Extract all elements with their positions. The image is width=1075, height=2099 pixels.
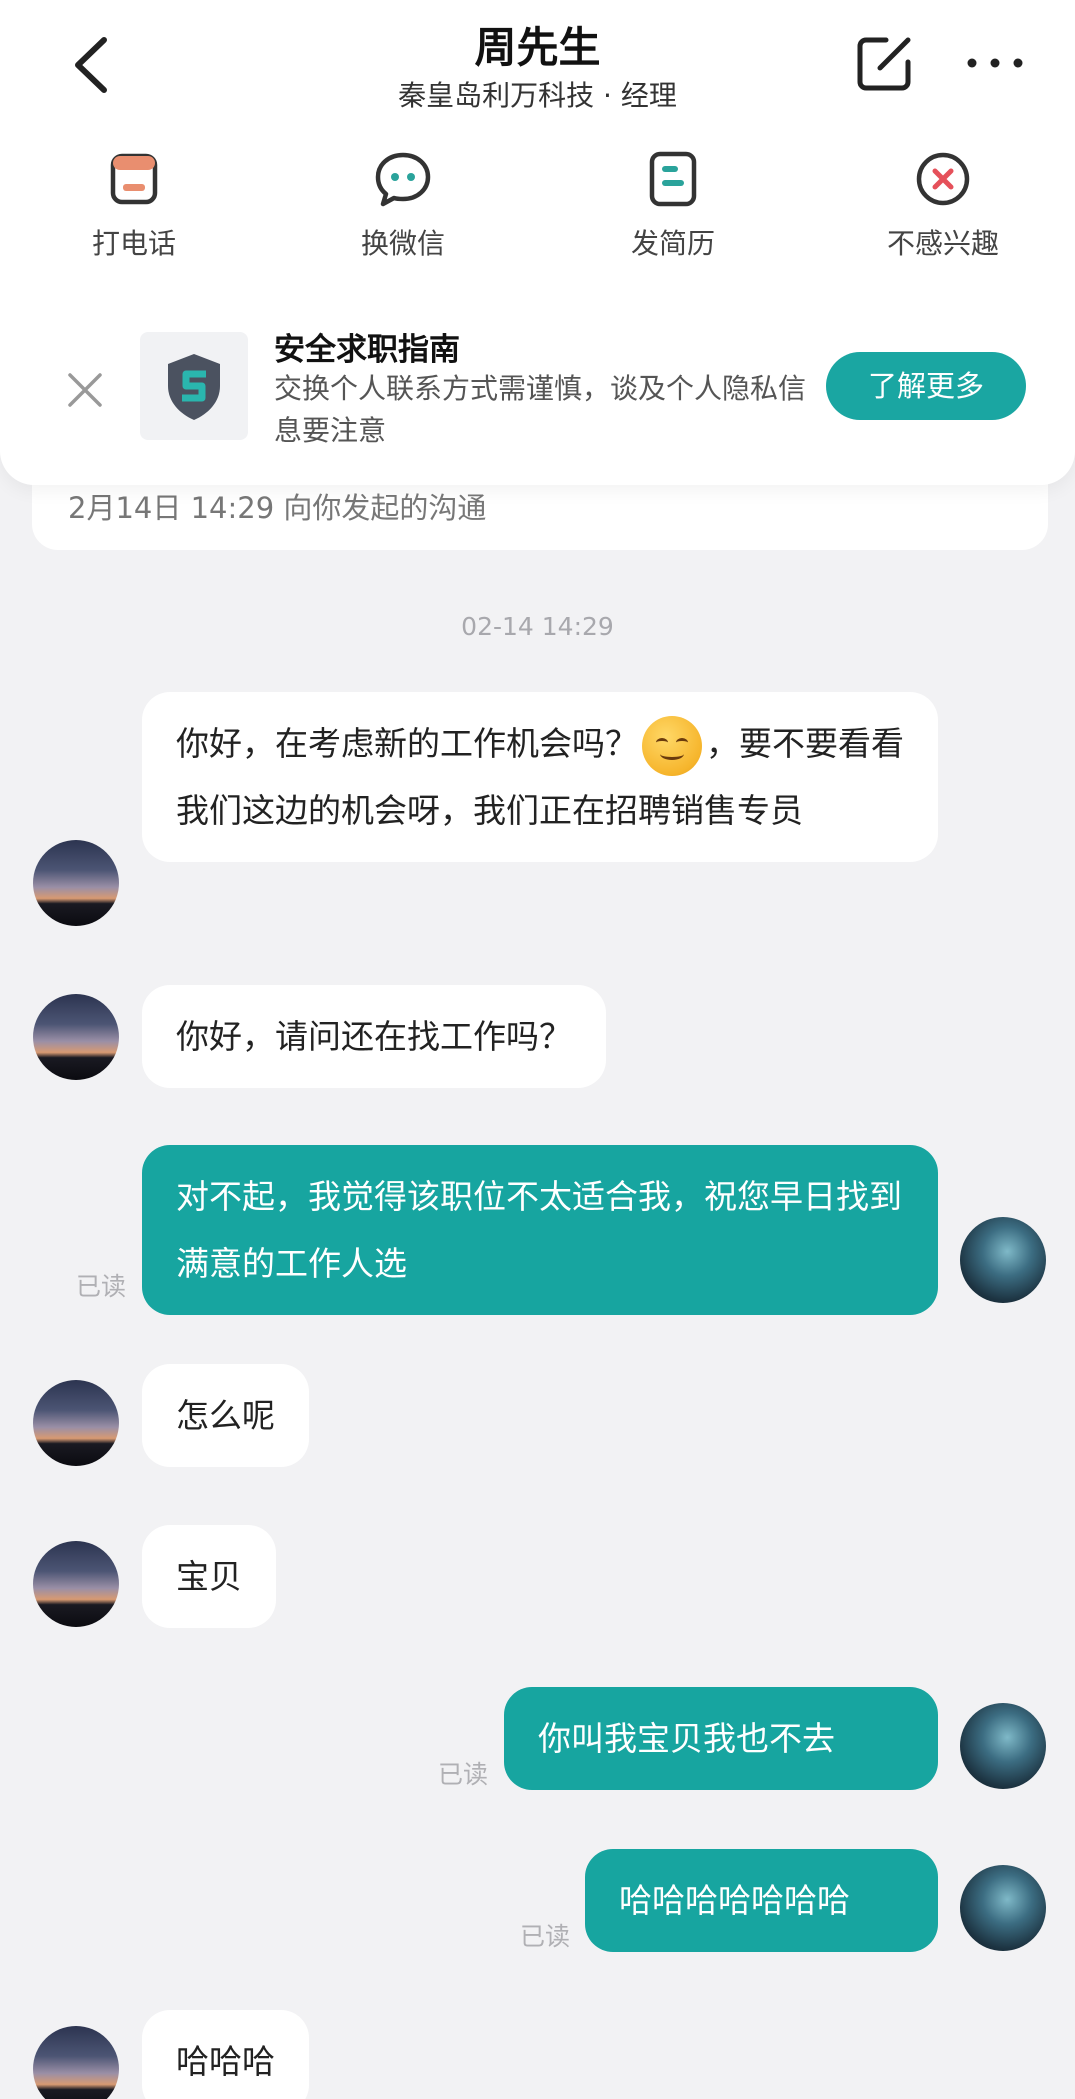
message-text: 哈哈哈 xyxy=(176,2042,275,2081)
recruiter-avatar[interactable] xyxy=(33,2026,119,2099)
message-text: 对不起，我觉得该职位不太适合我，祝您早日找到满意的工作人选 xyxy=(176,1177,902,1283)
read-status: 已读 xyxy=(76,1272,127,1301)
resume-icon xyxy=(649,151,697,207)
message-bubble[interactable]: 你好，在考虑新的工作机会吗？ ，要不要看看我们这边的机会呀，我们正在招聘销售专员 xyxy=(142,692,938,862)
edit-icon[interactable] xyxy=(852,30,918,96)
message-text: 怎么呢 xyxy=(176,1396,275,1435)
message-bubble[interactable]: 哈哈哈哈哈哈哈 xyxy=(585,1849,938,1952)
chat-header: 周先生 秦皇岛利万科技 · 经理 打电话 换微信 发简历 不感兴趣 安全求职指南… xyxy=(0,0,1075,485)
message-bubble[interactable]: 宝贝 xyxy=(142,1525,276,1628)
message-bubble[interactable]: 对不起，我觉得该职位不太适合我，祝您早日找到满意的工作人选 xyxy=(142,1145,938,1315)
smile-emoji-icon xyxy=(642,715,702,776)
recruiter-avatar[interactable] xyxy=(33,1380,119,1466)
not-interested-icon xyxy=(916,152,970,206)
message-bubble[interactable]: 你叫我宝贝我也不去 xyxy=(504,1687,938,1790)
exchange-wechat-action[interactable]: 换微信 xyxy=(303,148,503,262)
action-bar: 打电话 换微信 发简历 不感兴趣 xyxy=(0,148,1075,268)
message-row: 哈哈哈 xyxy=(0,2010,1075,2099)
message-text: 宝贝 xyxy=(176,1557,242,1596)
chat-bubble-icon xyxy=(375,152,431,207)
message-text: 哈哈哈哈哈哈哈 xyxy=(619,1881,850,1920)
read-status: 已读 xyxy=(438,1760,489,1789)
send-resume-label: 发简历 xyxy=(630,227,715,260)
phone-card-icon xyxy=(110,153,158,205)
my-avatar[interactable] xyxy=(960,1865,1046,1951)
call-label: 打电话 xyxy=(91,227,176,260)
message-text: 你好，请问还在找工作吗？ xyxy=(176,1017,572,1056)
message-row: 已读 你叫我宝贝我也不去 xyxy=(0,1687,1075,1790)
message-text: 你叫我宝贝我也不去 xyxy=(538,1719,835,1758)
message-row: 你好，在考虑新的工作机会吗？ ，要不要看看我们这边的机会呀，我们正在招聘销售专员 xyxy=(0,692,1075,927)
call-action[interactable]: 打电话 xyxy=(34,148,234,262)
more-icon[interactable] xyxy=(962,30,1028,96)
message-bubble[interactable]: 怎么呢 xyxy=(142,1364,309,1467)
not-interested-label: 不感兴趣 xyxy=(886,227,999,260)
tip-title: 安全求职指南 xyxy=(274,332,460,368)
tip-text: 交换个人联系方式需谨慎，谈及个人隐私信息要注意 xyxy=(274,372,807,447)
my-avatar[interactable] xyxy=(960,1217,1046,1303)
exchange-wechat-label: 换微信 xyxy=(360,227,445,260)
not-interested-action[interactable]: 不感兴趣 xyxy=(843,148,1043,262)
shield-icon xyxy=(168,354,220,420)
learn-more-button[interactable]: 了解更多 xyxy=(826,352,1026,420)
message-bubble[interactable]: 哈哈哈 xyxy=(142,2010,309,2099)
message-row: 宝贝 xyxy=(0,1525,1075,1628)
read-status: 已读 xyxy=(520,1922,571,1951)
message-text: 你好，在考虑新的工作机会吗？ xyxy=(176,724,638,763)
message-bubble[interactable]: 你好，请问还在找工作吗？ xyxy=(142,985,606,1088)
message-row: 怎么呢 xyxy=(0,1364,1075,1467)
previous-conversation-text: 2月14日 14:29 向你发起的沟通 xyxy=(68,491,487,525)
message-row: 已读 对不起，我觉得该职位不太适合我，祝您早日找到满意的工作人选 xyxy=(0,1145,1075,1315)
close-icon[interactable] xyxy=(60,365,110,415)
safety-tip-banner: 安全求职指南 交换个人联系方式需谨慎，谈及个人隐私信息要注意 了解更多 xyxy=(0,310,1075,460)
message-timestamp: 02-14 14:29 xyxy=(461,612,614,641)
recruiter-avatar[interactable] xyxy=(33,840,119,926)
recruiter-avatar[interactable] xyxy=(33,994,119,1080)
message-row: 你好，请问还在找工作吗？ xyxy=(0,985,1075,1088)
shield-logo xyxy=(140,332,248,440)
my-avatar[interactable] xyxy=(960,1703,1046,1789)
recruiter-avatar[interactable] xyxy=(33,1541,119,1627)
send-resume-action[interactable]: 发简历 xyxy=(573,148,773,262)
message-row: 已读 哈哈哈哈哈哈哈 xyxy=(0,1849,1075,1952)
